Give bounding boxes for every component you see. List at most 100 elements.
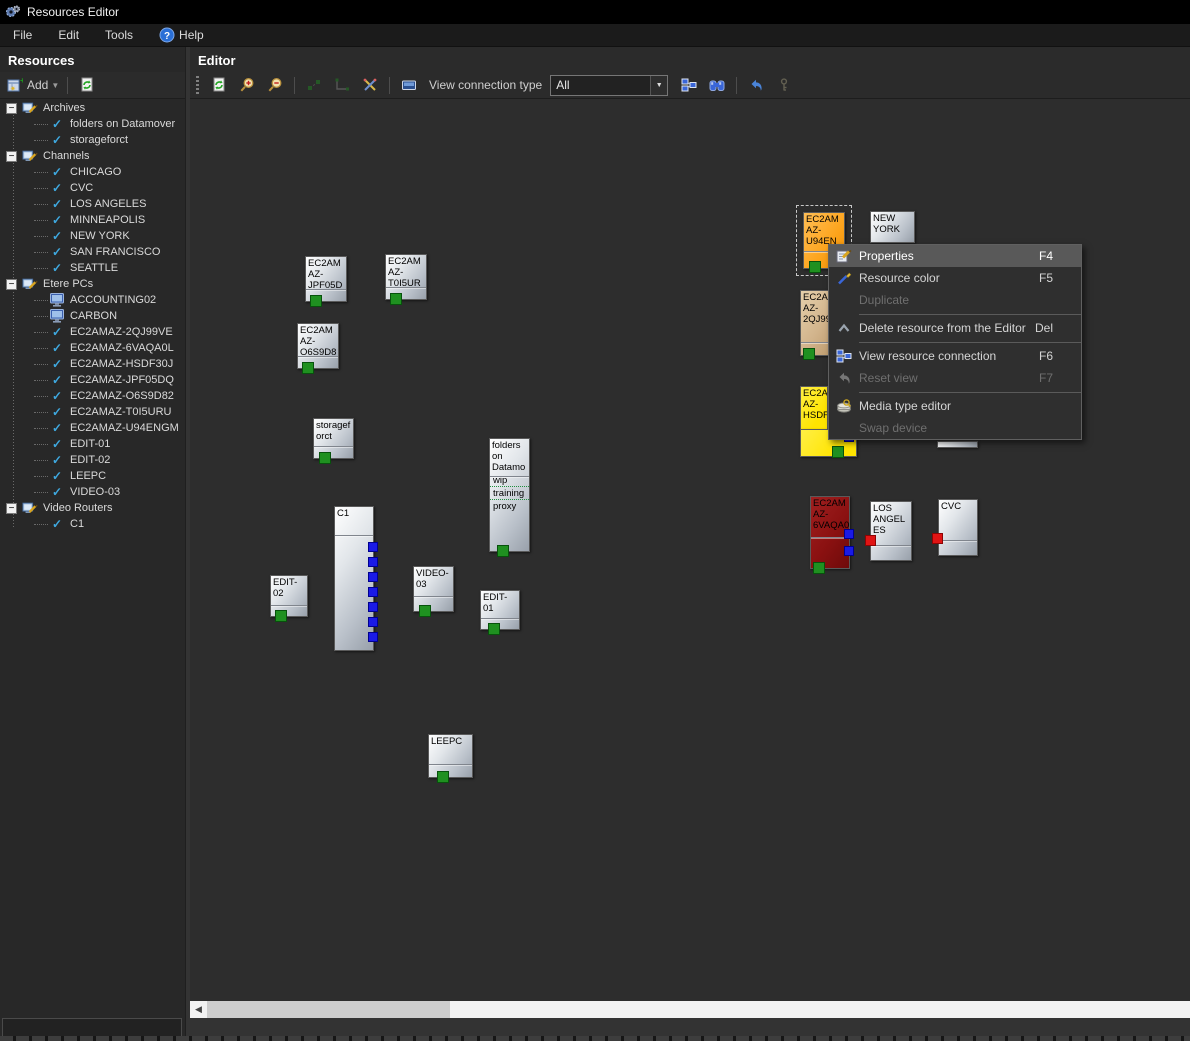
context-menu-item-properties[interactable]: PropertiesF4 [829, 245, 1081, 267]
resource-block-new-york[interactable]: NEWYORK [870, 211, 915, 243]
delete-connection-button[interactable] [356, 73, 384, 97]
tree-item-ec2amaz-u94engm[interactable]: ✓EC2AMAZ-U94ENGM [0, 420, 185, 436]
context-menu-item-media-type-editor[interactable]: Media type editor [829, 395, 1081, 417]
tree-item-folders-on-datamover[interactable]: ✓folders on Datamover [0, 116, 185, 132]
tree-item-accounting02[interactable]: ACCOUNTING02 [0, 292, 185, 308]
green-connection-port[interactable] [832, 446, 844, 458]
menu-help[interactable]: ?Help [146, 24, 217, 47]
gears-icon [5, 4, 21, 20]
tree-item-cvc[interactable]: ✓CVC [0, 180, 185, 196]
resource-block-hidden-block-sliver[interactable] [937, 441, 978, 448]
tree-item-new-york[interactable]: ✓NEW YORK [0, 228, 185, 244]
undo-button[interactable] [742, 73, 770, 97]
green-connection-port[interactable] [319, 452, 331, 464]
tree-group-label: Video Routers [43, 502, 113, 514]
blue-connection-port[interactable] [368, 542, 378, 552]
dropdown-arrow-icon[interactable]: ▼ [650, 76, 667, 95]
tree-item-video-03[interactable]: ✓VIDEO-03 [0, 484, 185, 500]
screen-button[interactable] [395, 73, 423, 97]
refresh-button[interactable] [205, 73, 233, 97]
add-button[interactable]: +✷ Add ▼ [4, 73, 62, 97]
find-button[interactable] [703, 73, 731, 97]
green-connection-port[interactable] [809, 261, 821, 273]
green-connection-port[interactable] [390, 293, 402, 305]
collapse-toggle[interactable]: − [6, 279, 17, 290]
resource-block-folders-on-datamover[interactable]: foldersonDatamowiptrainingproxy [489, 438, 530, 552]
green-connection-port[interactable] [310, 295, 322, 307]
blue-connection-port[interactable] [368, 602, 378, 612]
blue-connection-port[interactable] [368, 557, 378, 567]
collapse-toggle[interactable]: − [6, 151, 17, 162]
context-menu-item-delete-resource-from-the-editor[interactable]: Delete resource from the EditorDel [829, 317, 1081, 339]
tree-item-edit-01[interactable]: ✓EDIT-01 [0, 436, 185, 452]
tree-group-channels[interactable]: − Channels [0, 148, 185, 164]
horizontal-scrollbar[interactable]: ◀ [190, 1001, 1190, 1018]
context-menu-item-resource-color[interactable]: Resource colorF5 [829, 267, 1081, 289]
green-connection-port[interactable] [488, 623, 500, 635]
tree-group-etere-pcs[interactable]: −Etere PCs [0, 276, 185, 292]
tree-group-video-routers[interactable]: − Video Routers [0, 500, 185, 516]
green-connection-port[interactable] [302, 362, 314, 374]
tree-item-ec2amaz-t0i5uru[interactable]: ✓EC2AMAZ-T0I5URU [0, 404, 185, 420]
tree-group-archives[interactable]: −Archives [0, 100, 185, 116]
resource-block-leepc[interactable]: LEEPC [428, 734, 473, 778]
green-connection-port[interactable] [803, 348, 815, 360]
collapse-toggle[interactable]: − [6, 503, 17, 514]
scrollbar-thumb[interactable] [207, 1001, 450, 1018]
check-icon: ✓ [49, 164, 65, 180]
tree-item-chicago[interactable]: ✓CHICAGO [0, 164, 185, 180]
tree-item-ec2amaz-2qj99ve[interactable]: ✓EC2AMAZ-2QJ99VE [0, 324, 185, 340]
block-divider [490, 476, 529, 477]
resource-block-cvc[interactable]: CVC [938, 499, 978, 556]
tree-item-leepc[interactable]: ✓LEEPC [0, 468, 185, 484]
tree-group-label: Channels [43, 150, 89, 162]
resource-block-ec2amaz-hsdf30j-body[interactable]: EC2AMAZ-HSDF3 [800, 386, 828, 433]
blue-connection-port[interactable] [368, 587, 378, 597]
red-connection-port[interactable] [865, 535, 876, 546]
blue-connection-port[interactable] [844, 546, 854, 556]
view-connection-button[interactable] [675, 73, 703, 97]
tree-item-los-angeles[interactable]: ✓LOS ANGELES [0, 196, 185, 212]
tree-item-ec2amaz-jpf05dq[interactable]: ✓EC2AMAZ-JPF05DQ [0, 372, 185, 388]
menu-file[interactable]: File [0, 24, 45, 47]
blue-connection-port[interactable] [844, 529, 854, 539]
green-connection-port[interactable] [813, 562, 825, 574]
check-icon: ✓ [49, 468, 65, 484]
menu-label: Tools [105, 28, 133, 42]
zoom-in-button[interactable] [233, 73, 261, 97]
red-connection-port[interactable] [932, 533, 943, 544]
tree-item-carbon[interactable]: CARBON [0, 308, 185, 324]
blue-connection-port[interactable] [368, 572, 378, 582]
tree-item-edit-02[interactable]: ✓EDIT-02 [0, 452, 185, 468]
tree-item-ec2amaz-hsdf30j[interactable]: ✓EC2AMAZ-HSDF30J [0, 356, 185, 372]
tree-item-san-francisco[interactable]: ✓SAN FRANCISCO [0, 244, 185, 260]
resource-block-edit-01[interactable]: EDIT-01 [480, 590, 520, 630]
tree-item-seattle[interactable]: ✓SEATTLE [0, 260, 185, 276]
green-connection-port[interactable] [275, 610, 287, 622]
tree-item-c1[interactable]: ✓C1 [0, 516, 185, 532]
connection-type-dropdown[interactable]: All ▼ [550, 75, 668, 96]
title-bar: Resources Editor [0, 0, 1190, 24]
green-connection-port[interactable] [497, 545, 509, 557]
blue-connection-port[interactable] [368, 632, 378, 642]
tree-item-ec2amaz-o6s9d82[interactable]: ✓EC2AMAZ-O6S9D82 [0, 388, 185, 404]
svg-text:?: ? [164, 31, 170, 42]
refresh-resources-button[interactable] [73, 73, 101, 97]
zoom-out-button[interactable] [261, 73, 289, 97]
menu-tools[interactable]: Tools [92, 24, 146, 47]
menu-edit[interactable]: Edit [45, 24, 92, 47]
scroll-left-arrow[interactable]: ◀ [190, 1001, 207, 1018]
context-menu-item-view-resource-connection[interactable]: View resource connectionF6 [829, 345, 1081, 367]
resource-block-ec2amaz-2qj99ve[interactable]: EC2AMAZ-2QJ99 [800, 290, 830, 356]
editor-canvas[interactable]: EC2AMAZ-JPF05DEC2AMAZ-T0I5UREC2AMAZ-O6S9… [190, 99, 1190, 1001]
green-connection-port[interactable] [437, 771, 449, 783]
green-connection-port[interactable] [419, 605, 431, 617]
collapse-toggle[interactable]: − [6, 103, 17, 114]
tree-item-ec2amaz-6vaqa0l[interactable]: ✓EC2AMAZ-6VAQA0L [0, 340, 185, 356]
toolbar-grip[interactable] [196, 76, 199, 94]
blue-connection-port[interactable] [368, 617, 378, 627]
resource-block-los-angeles[interactable]: LOSANGELES [870, 501, 912, 561]
tree-item-storageforct[interactable]: ✓storageforct [0, 132, 185, 148]
tree-item-minneapolis[interactable]: ✓MINNEAPOLIS [0, 212, 185, 228]
check-icon: ✓ [49, 196, 65, 212]
